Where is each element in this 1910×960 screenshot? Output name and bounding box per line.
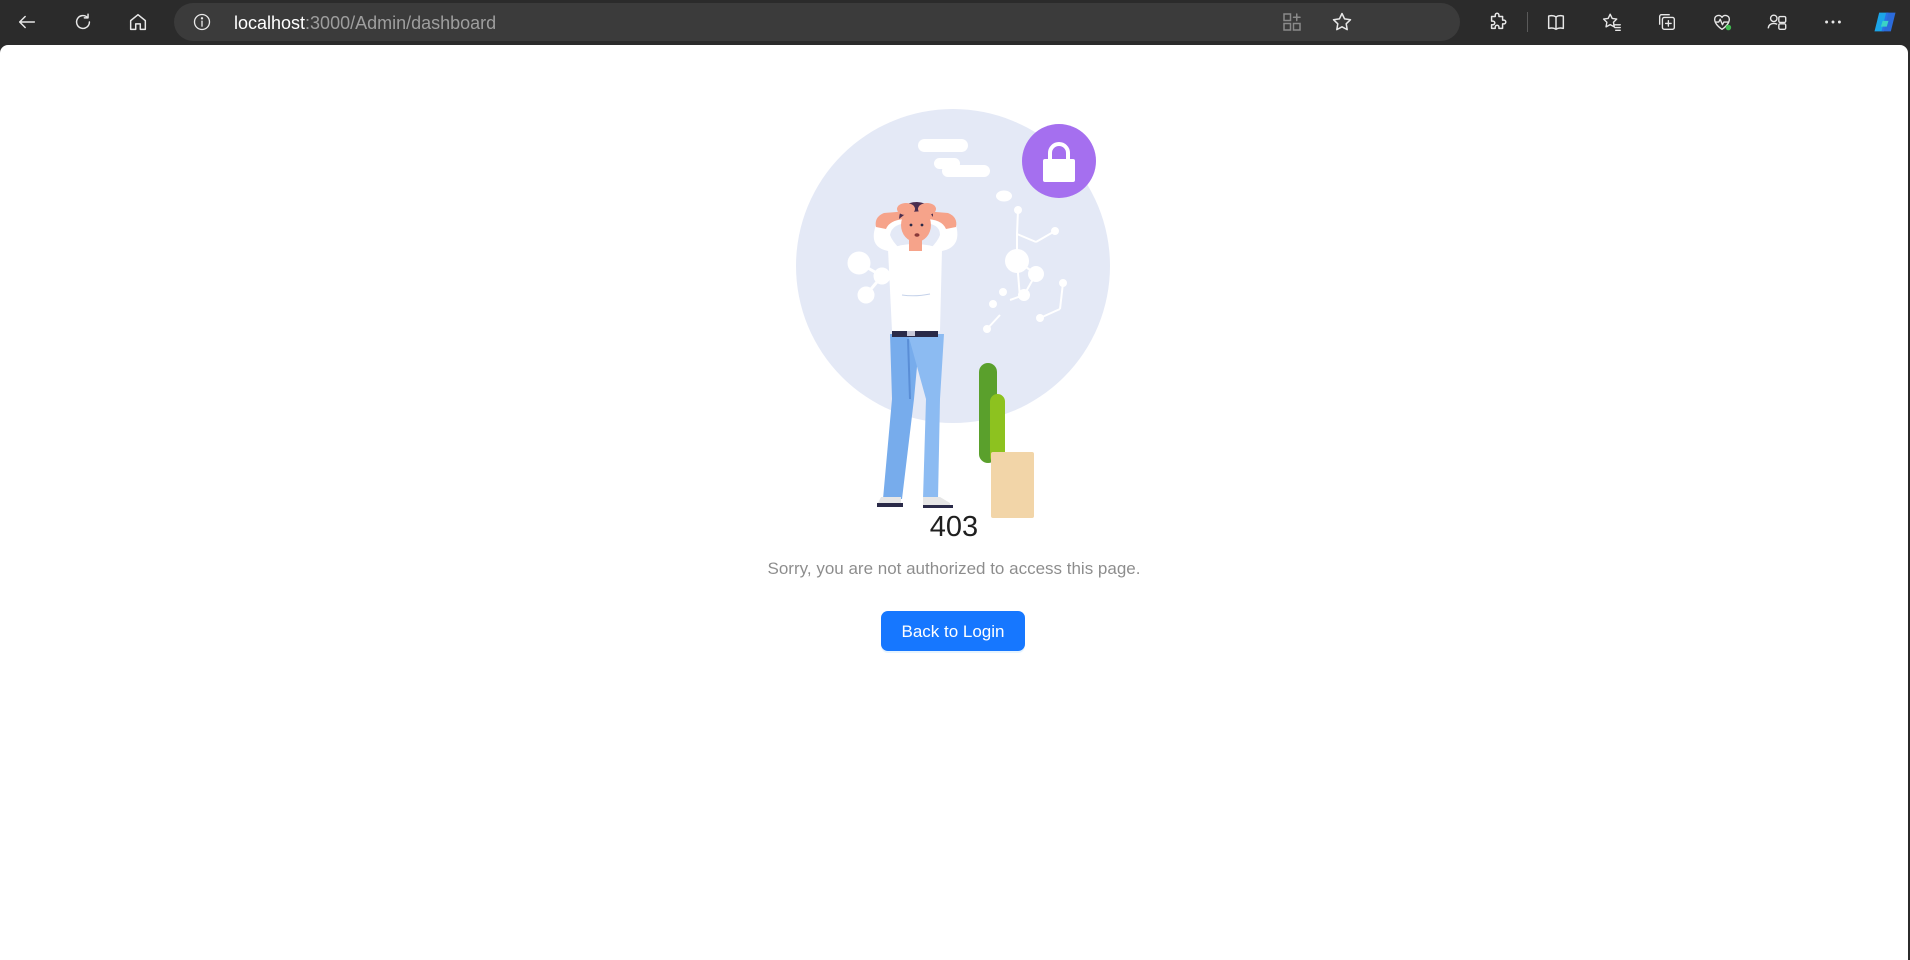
favorites-button[interactable]: [1594, 4, 1630, 40]
browser-toolbar: localhost:3000/Admin/dashboard: [0, 0, 1910, 44]
profile-button[interactable]: [1759, 4, 1795, 40]
url-host: localhost: [234, 13, 306, 33]
url-path: :3000/Admin/dashboard: [305, 13, 497, 33]
status-code-title: 403: [929, 511, 979, 543]
reload-icon: [75, 13, 91, 30]
extensions-icon: [1490, 12, 1507, 30]
split-screen-icon: [1547, 14, 1565, 31]
home-button[interactable]: [120, 4, 156, 40]
page-viewport: 403 Sorry, you are not authorized to acc…: [0, 45, 1908, 960]
browser-essentials-button[interactable]: [1704, 4, 1740, 40]
profile-icon: [1767, 14, 1787, 31]
star-icon[interactable]: [1330, 10, 1354, 34]
app-available-icon[interactable]: [1280, 10, 1304, 34]
unauthorized-illustration: [796, 109, 1110, 518]
error-message: Sorry, you are not authorized to access …: [767, 559, 1141, 578]
home-icon: [129, 13, 147, 31]
url-text[interactable]: localhost:3000/Admin/dashboard: [234, 13, 496, 33]
cloud-shape: [996, 190, 1012, 202]
reload-button[interactable]: [65, 4, 101, 40]
back-button[interactable]: [9, 4, 45, 40]
more-button[interactable]: [1815, 4, 1851, 40]
molecule-dot: [999, 288, 1007, 296]
cloud-shape: [918, 139, 968, 152]
favorites-icon: [1602, 13, 1621, 31]
copilot-icon: [1874, 12, 1896, 32]
collections-button[interactable]: [1649, 4, 1685, 40]
split-screen-button[interactable]: [1538, 4, 1574, 40]
cloud-shape: [942, 165, 990, 177]
back-arrow-icon: [18, 15, 36, 29]
copilot-button[interactable]: [1867, 4, 1903, 40]
more-icon: [1825, 20, 1841, 24]
toolbar-separator: [1527, 12, 1528, 32]
heart-pulse-icon: [1713, 14, 1732, 31]
address-bar[interactable]: localhost:3000/Admin/dashboard: [174, 3, 1460, 41]
collections-icon: [1658, 13, 1676, 31]
info-icon[interactable]: [192, 12, 212, 32]
back-to-login-button[interactable]: Back to Login: [881, 611, 1025, 651]
extensions-button[interactable]: [1480, 4, 1516, 40]
